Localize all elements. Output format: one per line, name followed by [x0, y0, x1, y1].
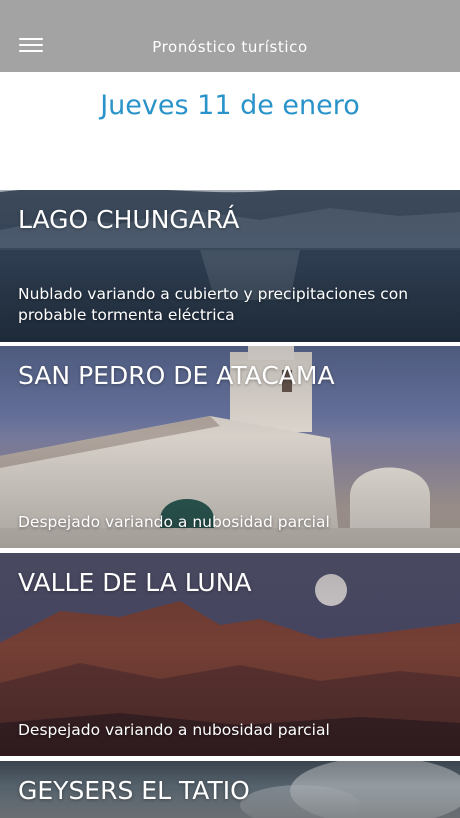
destination-forecast: Despejado variando a nubosidad parcial — [18, 721, 330, 739]
top-bar: Pronóstico turístico — [0, 0, 460, 72]
destination-card-valle-de-la-luna[interactable]: VALLE DE LA LUNA Despejado variando a nu… — [0, 553, 460, 756]
destination-name: SAN PEDRO DE ATACAMA — [18, 361, 335, 390]
destination-card-lago-chungara[interactable]: LAGO CHUNGARÁ Nublado variando a cubiert… — [0, 190, 460, 342]
destination-card-geysers-el-tatio[interactable]: GEYSERS EL TATIO — [0, 761, 460, 818]
destination-card-san-pedro-de-atacama[interactable]: SAN PEDRO DE ATACAMA Despejado variando … — [0, 346, 460, 548]
destination-name: LAGO CHUNGARÁ — [18, 205, 240, 234]
destination-name: GEYSERS EL TATIO — [18, 776, 250, 805]
destination-forecast: Nublado variando a cubierto y precipitac… — [18, 285, 409, 324]
forecast-date: Jueves 11 de enero — [100, 90, 360, 121]
destination-forecast: Despejado variando a nubosidad parcial — [18, 513, 330, 531]
wave-decoration — [0, 130, 460, 193]
destination-name: VALLE DE LA LUNA — [18, 568, 252, 597]
app-title: Pronóstico turístico — [152, 38, 308, 56]
